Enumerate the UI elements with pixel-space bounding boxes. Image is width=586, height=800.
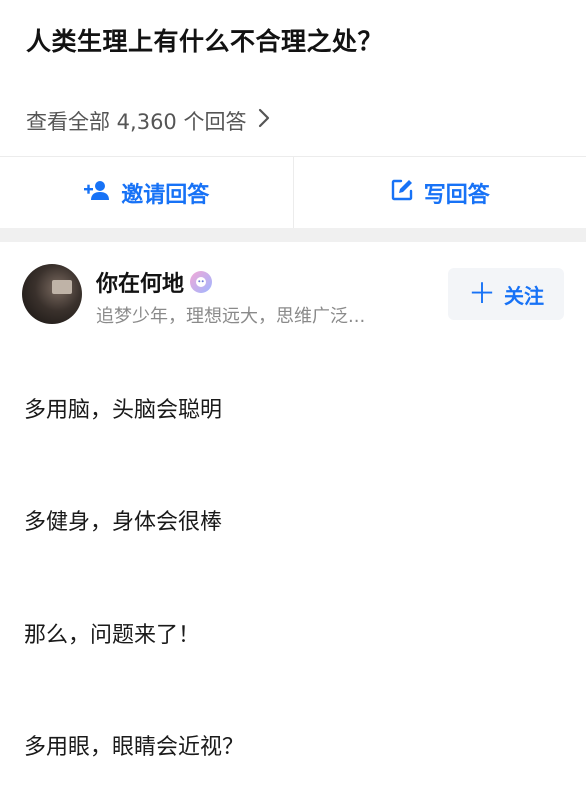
author-row: 你在何地 追梦少年，理想远大，思维广泛... ＋ 关注	[22, 264, 564, 327]
answer-paragraph: 多用眼，眼睛会近视？	[24, 735, 245, 760]
write-answer-button[interactable]: 写回答	[292, 157, 586, 229]
invite-answer-label: 邀请回答	[121, 183, 210, 208]
badge-icon	[190, 271, 213, 293]
avatar[interactable]	[22, 264, 82, 324]
view-all-answers-link[interactable]: 查看全部 4,360 个回答	[26, 106, 270, 136]
question-title: 人类生理上有什么不合理之处？	[26, 27, 384, 56]
answer-paragraph: 那么，问题来了！	[24, 623, 201, 648]
answer-paragraph: 多健身，身体会很棒	[24, 510, 223, 535]
follow-label: 关注	[504, 283, 544, 308]
follow-button[interactable]: ＋ 关注	[448, 268, 564, 320]
author-name: 你在何地	[96, 272, 185, 297]
invite-answer-button[interactable]: 邀请回答	[0, 157, 293, 229]
chevron-right-icon	[258, 108, 270, 134]
answer-paragraph: 多用脑，头脑会聪明	[24, 398, 223, 423]
section-divider	[0, 228, 586, 242]
answer-action-bar: 邀请回答 写回答	[0, 156, 586, 229]
add-person-icon	[83, 179, 121, 207]
edit-icon	[390, 178, 424, 208]
plus-icon: ＋	[467, 277, 496, 310]
author-name-row[interactable]: 你在何地	[96, 266, 213, 298]
write-answer-label: 写回答	[423, 183, 490, 208]
view-all-label: 查看全部 4,360 个回答	[26, 110, 247, 134]
author-bio: 追梦少年，理想远大，思维广泛...	[96, 306, 366, 327]
